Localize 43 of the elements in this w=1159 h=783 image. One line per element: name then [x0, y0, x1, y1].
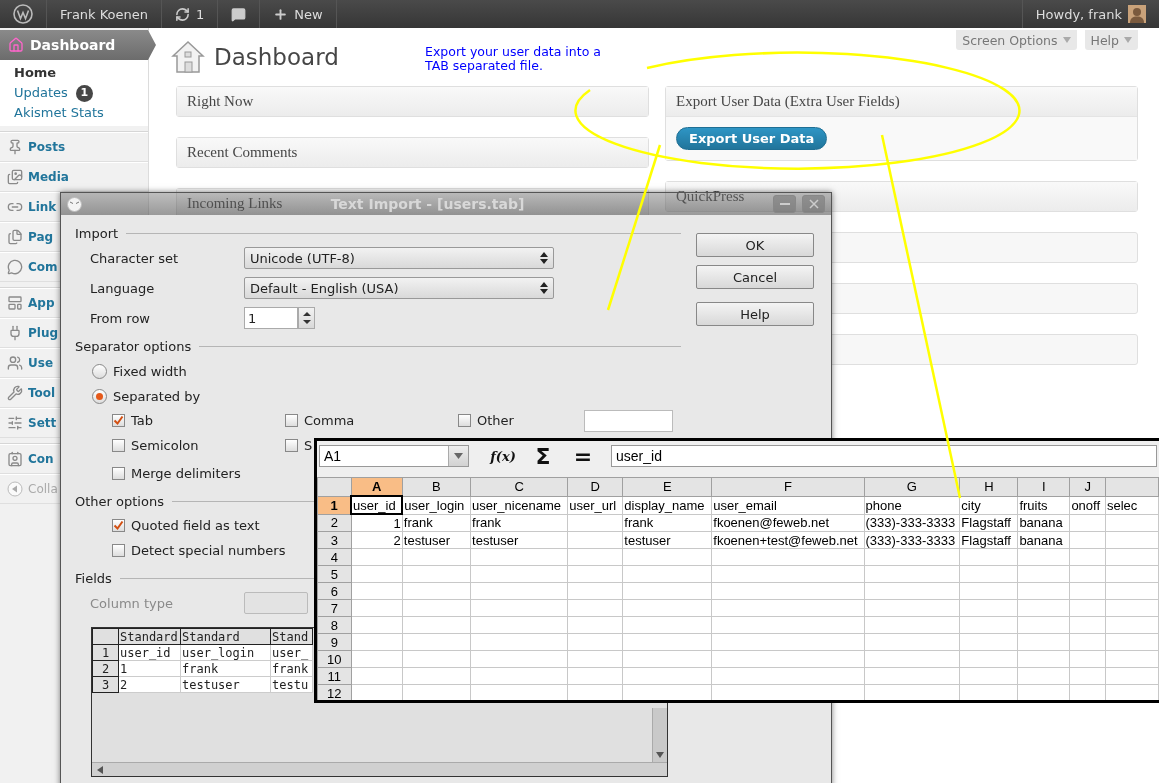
- table-cell: testuser: [622, 531, 712, 549]
- table-cell: 1: [351, 514, 403, 532]
- table-cell: banana: [1017, 531, 1070, 549]
- section-label: Import: [75, 225, 119, 241]
- table-cell: frank: [622, 514, 712, 532]
- section-label: Other options: [75, 493, 164, 509]
- annotation-text: Export your user data into a TAB separated file.: [425, 45, 601, 73]
- box-title: Export User Data (Extra User Fields): [666, 87, 1137, 116]
- table-cell: user_url: [567, 496, 623, 514]
- table-cell: banana: [1017, 514, 1070, 532]
- table-cell: selec: [1105, 496, 1159, 514]
- field-label: Column type: [90, 595, 174, 611]
- table-cell: user_id: [351, 496, 403, 514]
- field-label: Language: [90, 280, 156, 296]
- table-cell: (333)-333-3333: [864, 514, 960, 532]
- table-cell: user_login: [402, 496, 471, 514]
- table-cell: (333)-333-3333: [864, 531, 960, 549]
- page-title: Dashboard: [214, 44, 339, 70]
- field-label: Character set: [90, 250, 180, 266]
- table-cell: frank: [402, 514, 471, 532]
- box-title: Recent Comments: [177, 138, 648, 167]
- table-cell: phone: [864, 496, 960, 514]
- table-cell: user_email: [711, 496, 864, 514]
- section-label: Separator options: [75, 338, 192, 354]
- table-cell: Flagstaff: [959, 531, 1018, 549]
- table-cell: fkoenen@feweb.net: [711, 514, 864, 532]
- field-label: From row: [90, 310, 151, 326]
- box-title: QuickPress: [666, 182, 1137, 211]
- table-cell: fruits: [1017, 496, 1070, 514]
- table-cell: frank: [470, 514, 568, 532]
- table-cell: testuser: [470, 531, 568, 549]
- count-badge: 1: [75, 84, 93, 102]
- table-cell: user_nicename: [470, 496, 568, 514]
- section-label: Fields: [75, 570, 112, 586]
- box-title: Right Now: [177, 87, 648, 116]
- table-cell: city: [959, 496, 1018, 514]
- dialog-title: Text Import - [users.tab]: [330, 196, 525, 212]
- table-cell: display_name: [622, 496, 712, 514]
- table-cell: 2: [351, 531, 403, 549]
- table-cell: Flagstaff: [959, 514, 1018, 532]
- table-cell: testuser: [402, 531, 471, 549]
- table-cell: fkoenen+test@feweb.net: [711, 531, 864, 549]
- table-cell: onoff: [1069, 496, 1106, 514]
